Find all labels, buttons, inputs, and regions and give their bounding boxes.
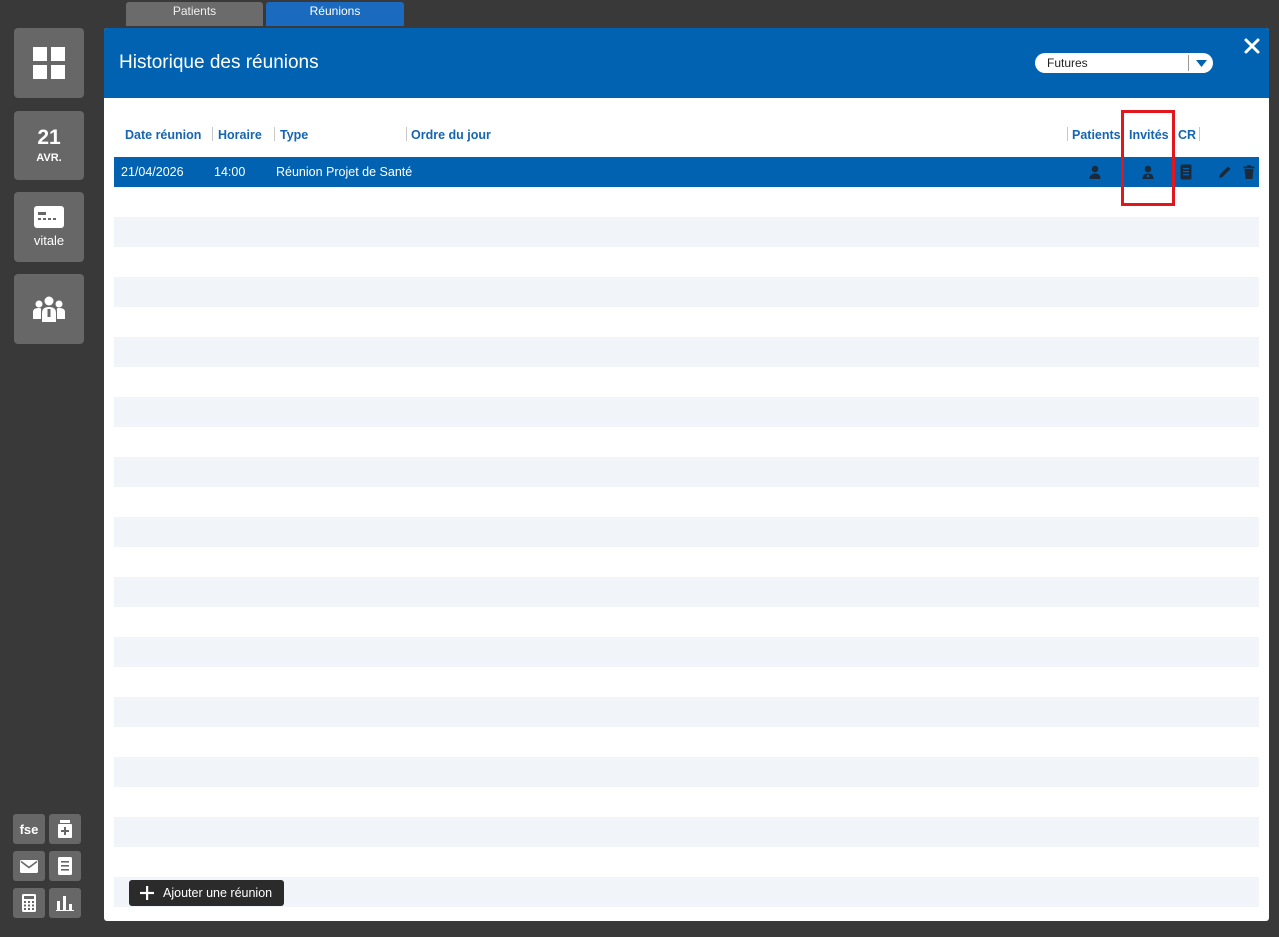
medical-kit-icon [58, 820, 72, 838]
table-row [114, 547, 1259, 577]
cell-date: 21/04/2026 [121, 165, 184, 179]
calculator-icon [22, 894, 36, 912]
table-row [114, 727, 1259, 757]
table-row [114, 847, 1259, 877]
table-row [114, 367, 1259, 397]
table-row [114, 337, 1259, 367]
header-divider [1173, 127, 1174, 141]
mail-button[interactable] [13, 851, 45, 881]
vitale-card-button[interactable]: vitale [14, 192, 84, 262]
card-icon [34, 206, 64, 228]
table-row [114, 787, 1259, 817]
tab-patients[interactable]: Patients [126, 2, 263, 26]
table-row[interactable]: 21/04/2026 14:00 Réunion Projet de Santé [114, 157, 1259, 187]
table-row [114, 817, 1259, 847]
header-divider [1123, 127, 1124, 141]
header-type[interactable]: Type [280, 127, 308, 143]
date-day: 21 [37, 126, 61, 149]
cell-horaire: 14:00 [214, 165, 246, 179]
header-date[interactable]: Date réunion [125, 127, 201, 143]
plus-icon [140, 886, 154, 900]
table-row [114, 247, 1259, 277]
table-row [114, 877, 1259, 907]
group-icon [33, 296, 65, 322]
table-row [114, 667, 1259, 697]
close-icon[interactable] [1242, 36, 1262, 56]
calendar-date-button[interactable]: 21 AVR. [14, 111, 84, 180]
header-horaire[interactable]: Horaire [218, 127, 262, 143]
panel-title: Historique des réunions [119, 52, 319, 73]
medical-kit-button[interactable] [49, 814, 81, 844]
header-patients[interactable]: Patients [1072, 127, 1121, 143]
meetings-history-panel: Historique des réunions Futures Date réu… [104, 28, 1269, 921]
header-divider [212, 127, 213, 141]
period-filter-select[interactable]: Futures [1035, 53, 1213, 73]
mail-icon [20, 859, 38, 873]
table-row [114, 397, 1259, 427]
document-icon [58, 857, 72, 875]
table-row [114, 427, 1259, 457]
table-row [114, 457, 1259, 487]
filter-selected-value: Futures [1047, 56, 1088, 70]
patient-icon[interactable] [1087, 164, 1103, 180]
table-row [114, 307, 1259, 337]
edit-icon[interactable] [1217, 164, 1233, 180]
statistics-button[interactable] [49, 888, 81, 918]
fse-button[interactable]: fse [13, 814, 45, 844]
table-row [114, 607, 1259, 637]
grid-icon [33, 47, 65, 79]
group-button[interactable] [14, 274, 84, 344]
table-row [114, 757, 1259, 787]
table-row [114, 487, 1259, 517]
invite-icon[interactable] [1140, 164, 1156, 180]
header-divider [406, 127, 407, 141]
cell-type: Réunion Projet de Santé [276, 165, 413, 179]
panel-header: Historique des réunions Futures [104, 28, 1269, 98]
table-row [114, 697, 1259, 727]
table-row [114, 577, 1259, 607]
date-month: AVR. [36, 152, 62, 164]
tab-reunions[interactable]: Réunions [266, 2, 404, 26]
document-icon[interactable] [1178, 164, 1194, 180]
fse-label: fse [19, 821, 39, 837]
add-meeting-button[interactable]: Ajouter une réunion [129, 880, 284, 906]
dashboard-button[interactable] [14, 28, 84, 98]
header-divider [274, 127, 275, 141]
table-row [114, 637, 1259, 667]
table-row [114, 217, 1259, 247]
table-row [114, 517, 1259, 547]
meetings-rows: 21/04/2026 14:00 Réunion Projet de Santé [114, 157, 1259, 907]
header-cr[interactable]: CR [1178, 127, 1196, 143]
header-divider [1067, 127, 1068, 141]
calculator-button[interactable] [13, 888, 45, 918]
header-divider [1199, 127, 1200, 141]
table-row [114, 187, 1259, 217]
table-row [114, 277, 1259, 307]
vitale-label: vitale [33, 233, 65, 248]
document-button[interactable] [49, 851, 81, 881]
header-invites[interactable]: Invités [1129, 127, 1169, 143]
bar-chart-icon [56, 896, 74, 911]
add-meeting-label: Ajouter une réunion [163, 886, 273, 900]
delete-icon[interactable] [1241, 164, 1257, 180]
chevron-down-icon[interactable] [1189, 53, 1213, 73]
header-ordre-du-jour[interactable]: Ordre du jour [411, 127, 491, 143]
